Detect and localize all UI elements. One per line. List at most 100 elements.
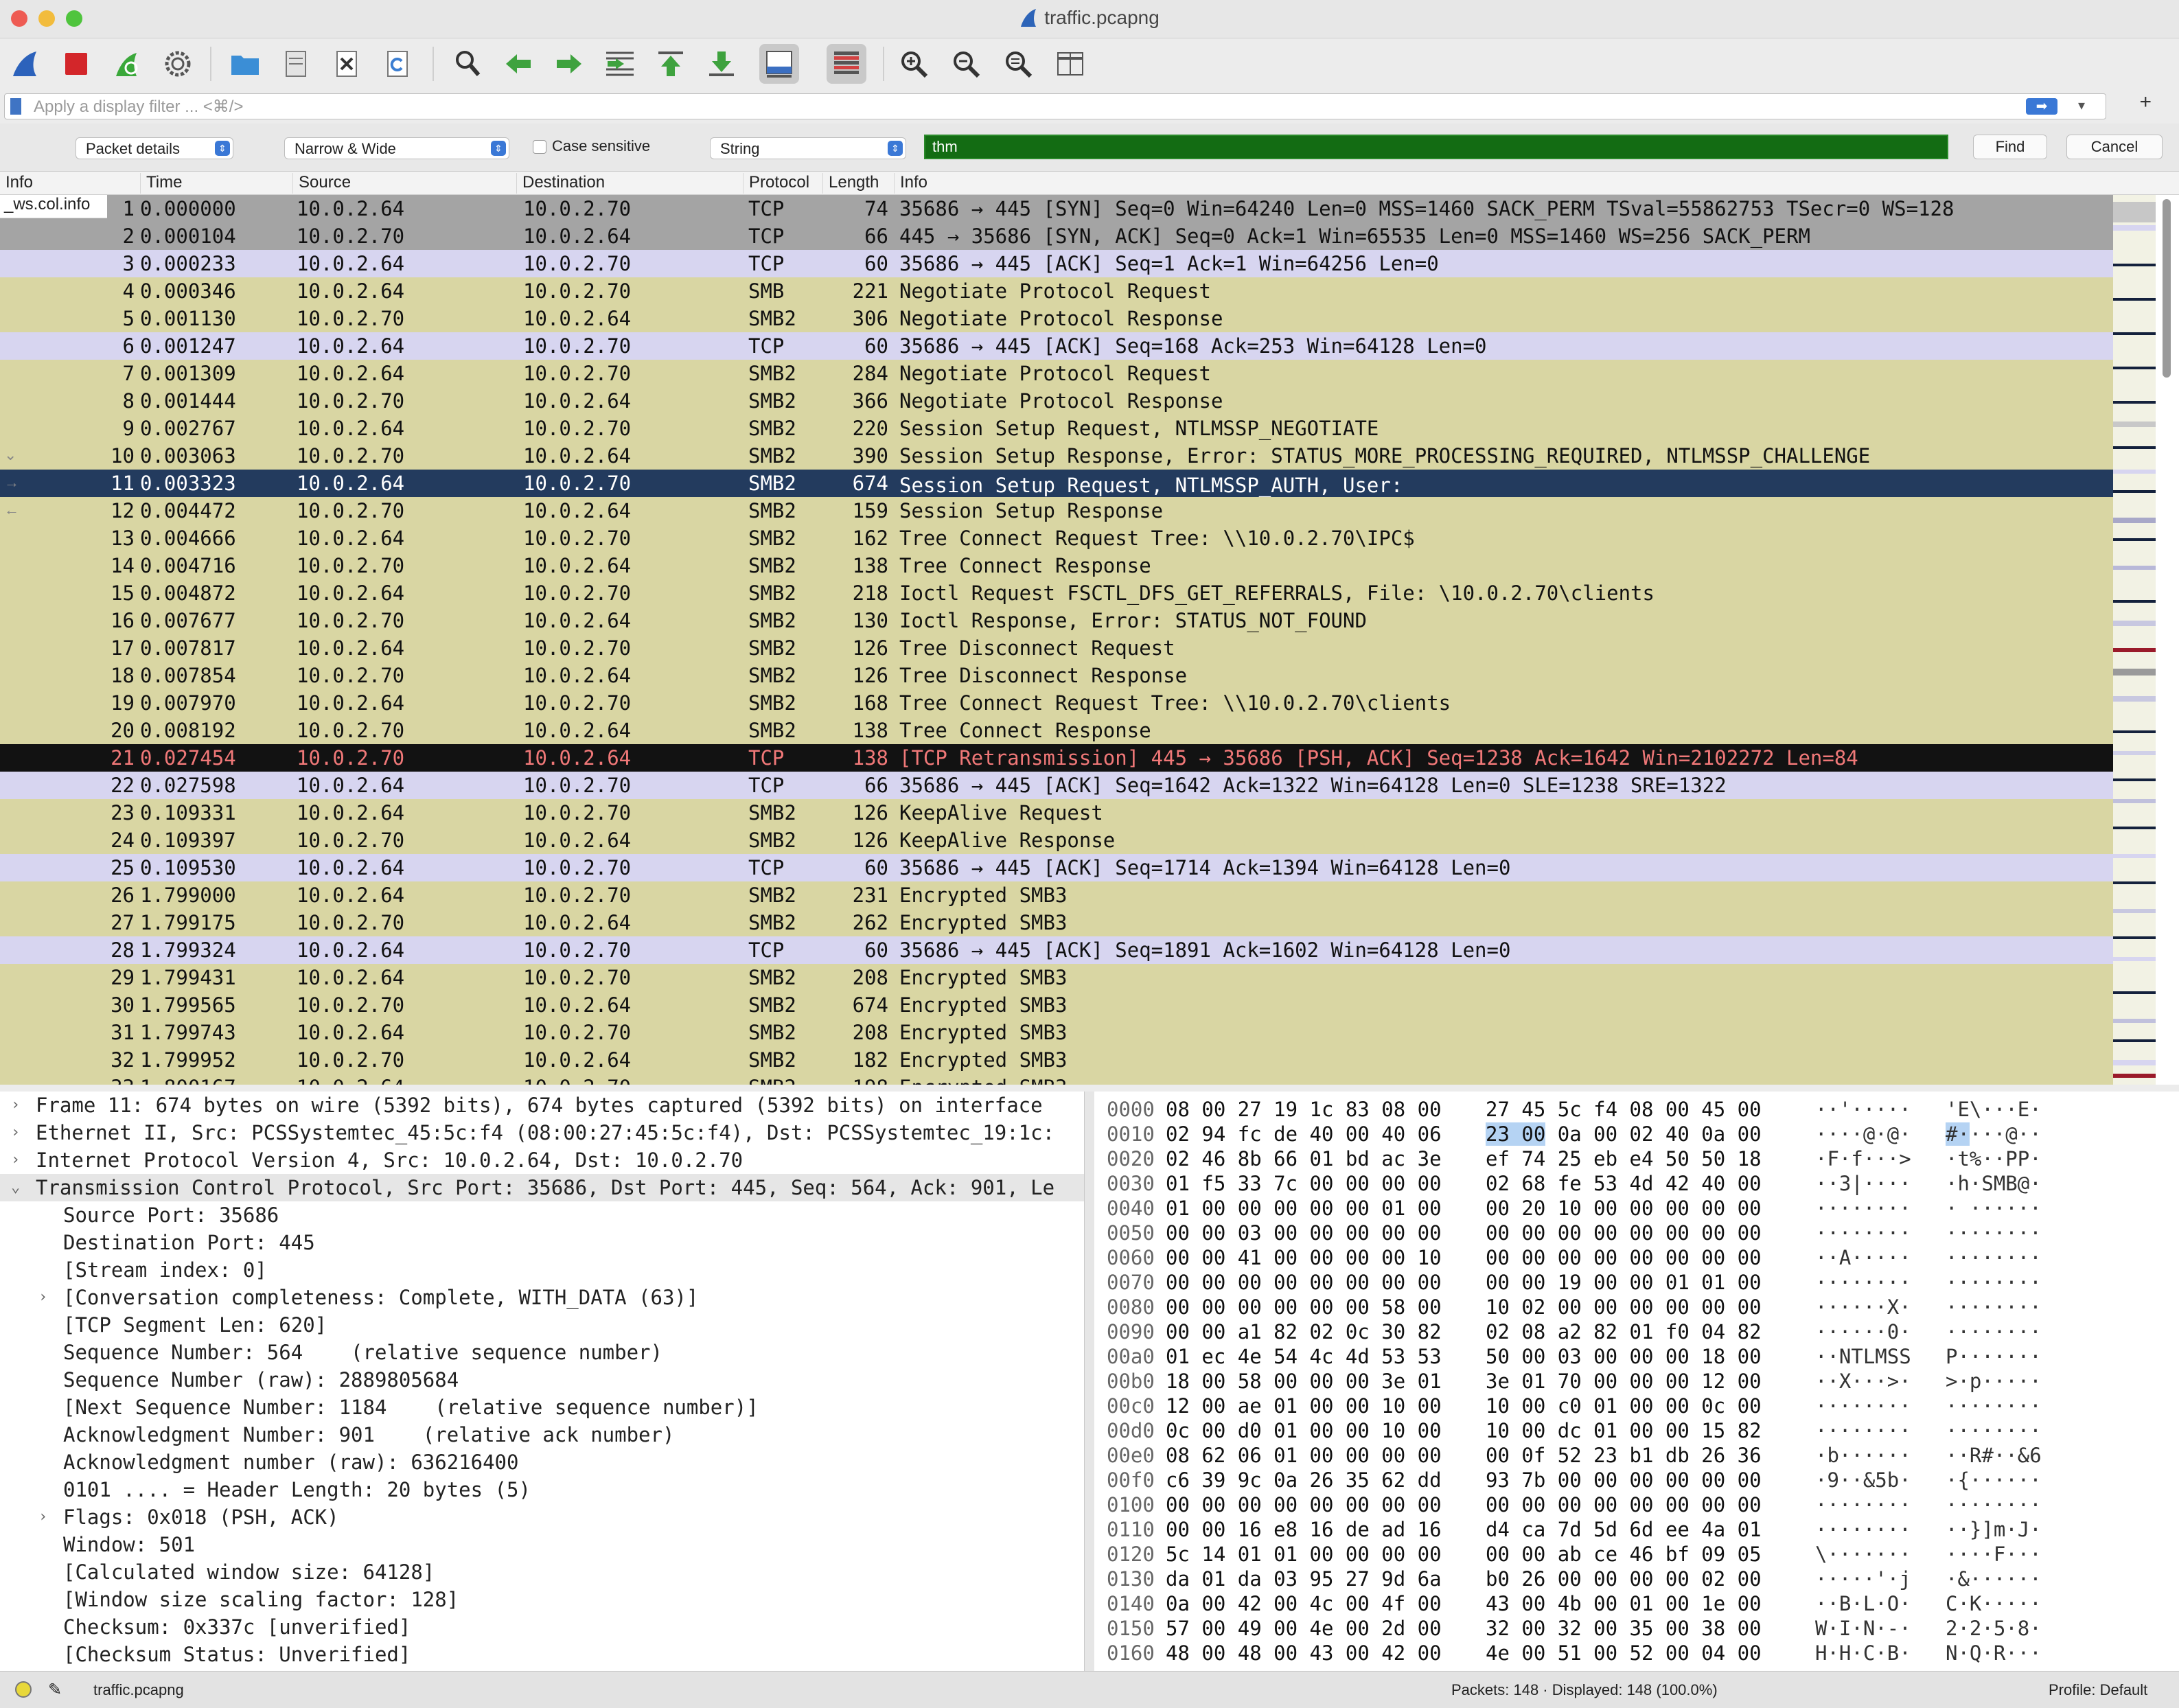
detail-line[interactable]: › Flags: 0x018 (PSH, ACK)	[0, 1503, 1084, 1531]
detail-line[interactable]: Sequence Number: 564 (relative sequence …	[0, 1339, 1084, 1366]
detail-line[interactable]: [Calculated window size: 64128]	[0, 1558, 1084, 1586]
detail-line[interactable]: [Checksum Status: Unverified]	[0, 1641, 1084, 1668]
bytes-line[interactable]: 0010 02 94 fc de 40 00 40 06 23 00 0a 00 0…	[1094, 1122, 2179, 1146]
open-file-button[interactable]	[225, 44, 265, 84]
packet-row[interactable]: 21 0.027454 10.0.2.70 10.0.2.64 TCP 138 [TCP R…	[0, 744, 2113, 772]
packet-minimap[interactable]	[2113, 195, 2156, 1085]
bytes-line[interactable]: 0020 02 46 8b 66 01 bd ac 3e ef 74 25 eb e…	[1094, 1146, 2179, 1171]
bytes-line[interactable]: 00e0 08 62 06 01 00 00 00 00 00 0f 52 23 b…	[1094, 1443, 2179, 1468]
bytes-line[interactable]: 0140 0a 00 42 00 4c 00 4f 00 43 00 4b 00 0…	[1094, 1591, 2179, 1616]
column-header-length[interactable]: Length	[822, 173, 894, 194]
packet-bytes-pane[interactable]: 0000 08 00 27 19 1c 83 08 00 27 45 5c f4 0…	[1094, 1092, 2179, 1671]
go-back-button[interactable]	[498, 44, 538, 84]
packet-row[interactable]: 28 1.799324 10.0.2.64 10.0.2.70 TCP 60 35686 →…	[0, 936, 2113, 964]
packet-row[interactable]: 1 0.000000 10.0.2.64 10.0.2.70 TCP 74 35686 → …	[0, 195, 2113, 222]
detail-line[interactable]: › [Conversation completeness: Complete, W…	[0, 1284, 1084, 1311]
packet-row[interactable]: 29 1.799431 10.0.2.64 10.0.2.70 SMB2 208 Encry…	[0, 964, 2113, 991]
zoom-in-button[interactable]	[894, 44, 934, 84]
bytes-line[interactable]: 0080 00 00 00 00 00 00 58 00 10 02 00 00 0…	[1094, 1295, 2179, 1319]
packet-row[interactable]: 27 1.799175 10.0.2.70 10.0.2.64 SMB2 262 Encry…	[0, 909, 2113, 936]
stop-capture-button[interactable]	[56, 44, 96, 84]
bytes-line[interactable]: 0000 08 00 27 19 1c 83 08 00 27 45 5c f4 0…	[1094, 1097, 2179, 1122]
char-width-select[interactable]: Narrow & Wide ⇕	[284, 137, 509, 159]
packet-row[interactable]: 25 0.109530 10.0.2.64 10.0.2.70 TCP 60 35686 →…	[0, 854, 2113, 881]
packet-row[interactable]: 23 0.109331 10.0.2.64 10.0.2.70 SMB2 126 KeepA…	[0, 799, 2113, 827]
packet-row[interactable]: 9 0.002767 10.0.2.64 10.0.2.70 SMB2 220 Sessio…	[0, 415, 2113, 442]
detail-line[interactable]: Acknowledgment Number: 901 (relative ack…	[0, 1421, 1084, 1449]
detail-line[interactable]: [Window size scaling factor: 128]	[0, 1586, 1084, 1613]
first-packet-button[interactable]	[651, 44, 691, 84]
autoscroll-button[interactable]	[759, 44, 799, 84]
zoom-out-button[interactable]	[946, 44, 986, 84]
detail-line[interactable]: [Next Sequence Number: 1184 (relative se…	[0, 1394, 1084, 1421]
chevron-right-icon[interactable]: ›	[38, 1284, 47, 1311]
packet-row[interactable]: 17 0.007817 10.0.2.64 10.0.2.70 SMB2 126 Tree …	[0, 634, 2113, 662]
column-header-time[interactable]: Time	[140, 173, 292, 194]
detail-line[interactable]: Sequence Number (raw): 2889805684	[0, 1366, 1084, 1394]
bytes-line[interactable]: 0160 48 00 48 00 43 00 42 00 4e 00 51 00 5…	[1094, 1641, 2179, 1665]
packet-row[interactable]: 11 0.003323 10.0.2.64 10.0.2.70 SMB2 674 Sessi…	[0, 470, 2113, 497]
packet-row[interactable]: 7 0.001309 10.0.2.64 10.0.2.70 SMB2 284 Negoti…	[0, 360, 2113, 387]
packet-row[interactable]: 10 0.003063 10.0.2.70 10.0.2.64 SMB2 390 Sessi…	[0, 442, 2113, 470]
detail-line[interactable]: › Frame 11: 674 bytes on wire (5392 bits)…	[0, 1092, 1084, 1119]
packet-row[interactable]: 15 0.004872 10.0.2.64 10.0.2.70 SMB2 218 Ioctl…	[0, 579, 2113, 607]
start-capture-button[interactable]	[5, 44, 45, 84]
packet-row[interactable]: 19 0.007970 10.0.2.64 10.0.2.70 SMB2 168 Tree …	[0, 689, 2113, 717]
apply-filter-button[interactable]: ➡	[2026, 98, 2057, 115]
detail-line[interactable]: [Stream index: 0]	[0, 1256, 1084, 1284]
colorize-button[interactable]	[827, 44, 866, 84]
packet-row[interactable]: 12 0.004472 10.0.2.70 10.0.2.64 SMB2 159 Sessi…	[0, 497, 2113, 524]
chevron-down-icon[interactable]: ▾	[2078, 97, 2085, 114]
find-button[interactable]: Find	[1973, 135, 2047, 159]
bytes-line[interactable]: 0090 00 00 a1 82 02 0c 30 82 02 08 a2 82 0…	[1094, 1319, 2179, 1344]
detail-line[interactable]: ⌄ Transmission Control Protocol, Src Port…	[0, 1174, 1084, 1201]
packet-row[interactable]: 30 1.799565 10.0.2.70 10.0.2.64 SMB2 674 Encry…	[0, 991, 2113, 1019]
display-filter-input[interactable]: Apply a display filter ... <⌘/> ➡ ▾	[4, 93, 2106, 119]
packet-row[interactable]: 13 0.004666 10.0.2.64 10.0.2.70 SMB2 162 Tree …	[0, 524, 2113, 552]
chevron-right-icon[interactable]: ›	[11, 1119, 20, 1146]
bytes-line[interactable]: 00b0 18 00 58 00 00 00 3e 01 3e 01 70 00 0…	[1094, 1369, 2179, 1394]
find-packet-button[interactable]	[448, 44, 487, 84]
bytes-line[interactable]: 00f0 c6 39 9c 0a 26 35 62 dd 93 7b 00 00 0…	[1094, 1468, 2179, 1492]
edit-comment-icon[interactable]: ✎	[48, 1680, 62, 1700]
packet-row[interactable]: 22 0.027598 10.0.2.64 10.0.2.70 TCP 66 35686 →…	[0, 772, 2113, 799]
search-type-select[interactable]: String ⇕	[710, 137, 906, 159]
chevron-right-icon[interactable]: ›	[11, 1146, 20, 1174]
expert-info-indicator[interactable]	[15, 1681, 32, 1698]
bytes-line[interactable]: 00c0 12 00 ae 01 00 00 10 00 10 00 c0 01 0…	[1094, 1394, 2179, 1418]
packet-row[interactable]: 4 0.000346 10.0.2.64 10.0.2.70 SMB 221 Negotia…	[0, 277, 2113, 305]
bytes-line[interactable]: 0060 00 00 41 00 00 00 00 10 00 00 00 00 0…	[1094, 1245, 2179, 1270]
column-header-ws-info[interactable]: Info	[0, 173, 108, 194]
bytes-line[interactable]: 0130 da 01 da 03 95 27 9d 6a b0 26 00 00 0…	[1094, 1567, 2179, 1591]
packet-list-scrollbar[interactable]	[2160, 199, 2174, 1085]
go-forward-button[interactable]	[549, 44, 589, 84]
packet-row[interactable]: 16 0.007677 10.0.2.70 10.0.2.64 SMB2 130 Ioctl…	[0, 607, 2113, 634]
packet-row[interactable]: 20 0.008192 10.0.2.70 10.0.2.64 SMB2 138 Tree …	[0, 717, 2113, 744]
add-filter-button[interactable]: +	[2139, 91, 2152, 114]
bytes-line[interactable]: 0120 5c 14 01 01 00 00 00 00 00 00 ab ce 4…	[1094, 1542, 2179, 1567]
bytes-line[interactable]: 00d0 0c 00 d0 01 00 00 10 00 10 00 dc 01 0…	[1094, 1418, 2179, 1443]
packet-row[interactable]: 32 1.799952 10.0.2.70 10.0.2.64 SMB2 182 Encry…	[0, 1046, 2113, 1074]
bytes-line[interactable]: 0150 57 00 49 00 4e 00 2d 00 32 00 32 00 3…	[1094, 1616, 2179, 1641]
column-header-info[interactable]: Info	[894, 173, 2113, 194]
packet-row[interactable]: 2 0.000104 10.0.2.70 10.0.2.64 TCP 66 445 → 35…	[0, 222, 2113, 250]
detail-line[interactable]: Window: 501	[0, 1531, 1084, 1558]
packet-row[interactable]: 33 1.800167 10.0.2.64 10.0.2.70 SMB2 198 Encry…	[0, 1074, 2113, 1085]
packet-row[interactable]: 5 0.001130 10.0.2.70 10.0.2.64 SMB2 306 Negoti…	[0, 305, 2113, 332]
detail-line[interactable]: Checksum: 0x337c [unverified]	[0, 1613, 1084, 1641]
bookmark-icon[interactable]	[10, 98, 21, 115]
chevron-right-icon[interactable]: ›	[38, 1503, 47, 1531]
status-profile[interactable]: Profile: Default	[2049, 1681, 2147, 1699]
chevron-down-icon[interactable]: ⌄	[11, 1174, 20, 1201]
cancel-button[interactable]: Cancel	[2066, 135, 2163, 159]
last-packet-button[interactable]	[702, 44, 741, 84]
detail-line[interactable]: Destination Port: 445	[0, 1229, 1084, 1256]
bytes-line[interactable]: 0040 01 00 00 00 00 00 01 00 00 20 10 00 0…	[1094, 1196, 2179, 1221]
reload-file-button[interactable]	[378, 44, 417, 84]
packet-list[interactable]: Info Time Source Destination Protocol Le…	[0, 172, 2179, 1085]
pane-splitter[interactable]	[1085, 1092, 1094, 1671]
save-file-button[interactable]	[276, 44, 316, 84]
bytes-line[interactable]: 0030 01 f5 33 7c 00 00 00 00 02 68 fe 53 4…	[1094, 1171, 2179, 1196]
column-header-destination[interactable]: Destination	[516, 173, 743, 194]
packet-row[interactable]: 26 1.799000 10.0.2.64 10.0.2.70 SMB2 231 Encry…	[0, 881, 2113, 909]
